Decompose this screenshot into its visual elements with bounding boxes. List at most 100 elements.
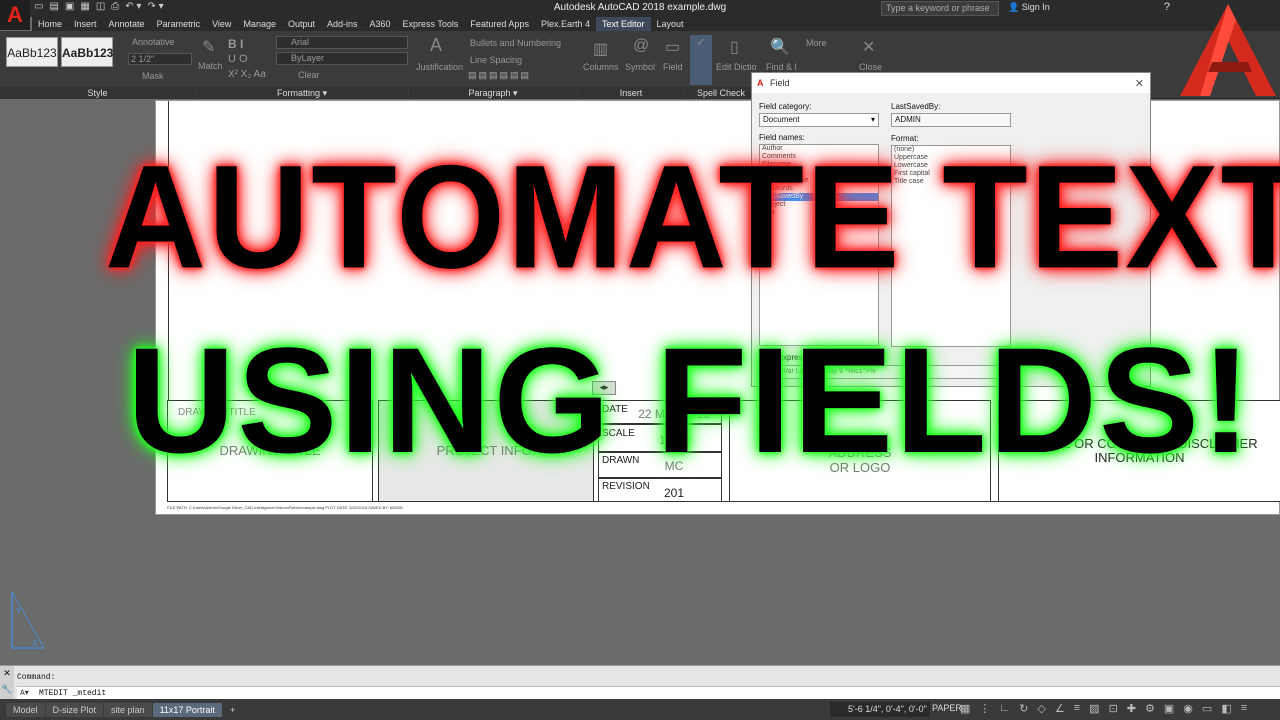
isolate-icon[interactable]: ◉ — [1183, 702, 1193, 715]
paragraph-panel-title[interactable]: Paragraph ▾ — [409, 87, 577, 99]
text-height-select[interactable]: 2 1/2" — [128, 53, 192, 65]
layout-tab-d-size-plot[interactable]: D-size Plot — [45, 702, 104, 717]
formatting-panel-title[interactable]: Formatting ▾ — [196, 87, 408, 99]
field-icon[interactable]: ▭ — [665, 37, 680, 57]
style-panel-title[interactable]: Style — [0, 87, 195, 99]
window-title: Autodesk AutoCAD 2018 example.dwg — [553, 2, 727, 13]
ribbon-tab-annotate[interactable]: Annotate — [103, 17, 151, 31]
file-path-text: FILE PATH: C:\Users\Admin\Google Drive\_… — [167, 505, 403, 510]
autocad-logo-icon — [1180, 4, 1276, 96]
insert-panel-title[interactable]: Insert — [578, 87, 684, 99]
mask-button[interactable]: Mask — [142, 71, 164, 81]
status-bar: Model D-size Plot site plan 11x17 Portrait … — [0, 699, 1280, 720]
style-swatch-1[interactable]: AaBb123 — [6, 37, 58, 67]
field-label: Field — [663, 62, 683, 72]
command-input-text: MTEDIT _mtedit — [39, 689, 107, 698]
ribbon-tab-a360[interactable]: A360 — [364, 17, 397, 31]
sign-in-link[interactable]: 👤 Sign In — [1008, 2, 1050, 13]
close-icon[interactable]: ✕ — [1135, 77, 1144, 90]
application-menu-button[interactable]: A — [0, 0, 30, 30]
grid-icon[interactable]: ▦ — [960, 702, 970, 715]
layout-tab-site-plan[interactable]: site plan — [104, 702, 152, 717]
justification-label: Justification — [416, 62, 464, 72]
superscript-icon[interactable]: X² X₂ Aa — [228, 69, 266, 80]
command-input[interactable]: A▾ MTEDIT _mtedit — [17, 686, 1280, 700]
clear-button[interactable]: Clear — [298, 70, 320, 80]
ribbon-tab-express-tools[interactable]: Express Tools — [397, 17, 465, 31]
lineweight-icon[interactable]: ≡ — [1074, 702, 1080, 715]
field-dialog-title-text: Field — [770, 78, 790, 88]
units-icon[interactable]: ▣ — [1164, 702, 1174, 715]
ribbon-tab-parametric[interactable]: Parametric — [151, 17, 207, 31]
annotative-button[interactable]: Annotative — [132, 37, 175, 47]
workspace-icon[interactable]: ⚙ — [1145, 702, 1155, 715]
ortho-icon[interactable]: ∟ — [999, 702, 1010, 715]
paragraph-title-text: Paragraph — [468, 88, 511, 98]
formatting-title-text: Formatting — [276, 88, 320, 98]
layout-tab-11x17-portrait[interactable]: 11x17 Portrait — [152, 702, 222, 717]
layout-tabs: Model D-size Plot site plan 11x17 Portrait — [6, 702, 223, 717]
style-swatch-2[interactable]: AaBb123 — [61, 37, 113, 67]
more-button[interactable]: More — [806, 38, 827, 48]
bold-icon[interactable]: B I — [228, 37, 243, 51]
symbol-label: Symbol — [625, 62, 656, 72]
transparency-icon[interactable]: ▧ — [1089, 702, 1099, 715]
headline-line-1: AUTOMATE TEXT — [105, 134, 1280, 299]
search-input[interactable]: Type a keyword or phrase — [881, 1, 999, 16]
font-select[interactable]: Arial — [276, 36, 408, 49]
clean-screen-icon[interactable]: ◧ — [1221, 702, 1231, 715]
find-icon[interactable]: 🔍 — [770, 37, 790, 57]
ribbon-tab-plex-earth-4[interactable]: Plex.Earth 4 — [535, 17, 596, 31]
underline-icon[interactable]: U O — [228, 53, 248, 65]
ribbon-tab-layout[interactable]: Layout — [651, 17, 690, 31]
title-bar: ▭ ▤ ▣ ▦ ◫ ⎙ ↶ ▾ ↷ ▾ Autodesk AutoCAD 201… — [0, 0, 1280, 17]
svg-text:Y: Y — [15, 607, 22, 617]
alignment-buttons[interactable]: ▤▤▤▤▤▤ — [468, 70, 531, 81]
justification-icon[interactable]: A — [430, 35, 442, 56]
selection-cycling-icon[interactable]: ⊡ — [1109, 702, 1118, 715]
help-icon[interactable]: ? — [1164, 1, 1170, 13]
paper-space-toggle[interactable]: PAPER — [932, 703, 962, 713]
status-icons: ▦ ⋮ ∟ ↻ ◇ ∠ ≡ ▧ ⊡ ✚ ⚙ ▣ ◉ ▭ ◧ ≡ — [960, 702, 1247, 715]
layout-tab-model[interactable]: Model — [6, 702, 45, 717]
match-label: Match — [198, 61, 223, 71]
ribbon-tab-manage[interactable]: Manage — [237, 17, 282, 31]
spell-panel-title[interactable]: Spell Check — [685, 87, 757, 99]
match-icon[interactable]: ✎ — [202, 37, 215, 57]
close-command-icon[interactable]: ✕ — [0, 666, 14, 682]
ribbon-tab-home[interactable]: Home — [32, 17, 68, 31]
color-select[interactable]: ByLayer — [276, 52, 408, 65]
polar-icon[interactable]: ↻ — [1019, 702, 1028, 715]
sign-in-label: Sign In — [1021, 2, 1050, 12]
headline-line-2: USING FIELDS! — [127, 316, 1254, 484]
edit-dictionaries-icon[interactable]: ▯ — [730, 37, 739, 57]
lastsavedby-field[interactable]: ADMIN — [891, 113, 1011, 127]
osnap-icon[interactable]: ◇ — [1037, 702, 1045, 715]
ribbon-tab-output[interactable]: Output — [282, 17, 321, 31]
symbol-icon[interactable]: @ — [633, 37, 649, 55]
ribbon-tab-view[interactable]: View — [206, 17, 237, 31]
wrench-icon[interactable]: 🔧 — [0, 682, 14, 698]
ribbon-tab-text-editor[interactable]: Text Editor — [595, 17, 651, 31]
add-layout-icon[interactable]: + — [222, 702, 243, 717]
ribbon-tab-featured-apps[interactable]: Featured Apps — [464, 17, 535, 31]
command-history: Command: — [17, 673, 56, 682]
columns-icon[interactable]: ▥ — [593, 39, 608, 59]
customization-icon[interactable]: ≡ — [1241, 702, 1247, 715]
hardware-acceleration-icon[interactable]: ▭ — [1202, 702, 1212, 715]
spell-check-icon[interactable]: ✓ — [690, 35, 712, 85]
chevron-down-icon: ▾ — [870, 115, 875, 124]
close-editor-label: Close — [859, 62, 883, 72]
annotation-scale-icon[interactable]: ✚ — [1127, 702, 1136, 715]
revision-value: 201 — [663, 486, 685, 500]
snap-icon[interactable]: ⋮ — [979, 702, 990, 715]
bullets-button[interactable]: Bullets and Numbering — [470, 38, 561, 48]
otrack-icon[interactable]: ∠ — [1055, 702, 1065, 715]
field-category-select[interactable]: Document ▾ — [759, 113, 879, 127]
close-editor-icon[interactable]: ✕ — [862, 37, 875, 57]
coordinates-readout[interactable]: 5'-6 1/4", 0'-4", 0'-0" — [830, 702, 930, 717]
line-spacing-button[interactable]: Line Spacing — [470, 55, 522, 65]
ribbon-tab-insert[interactable]: Insert — [68, 17, 103, 31]
ribbon-tab-add-ins[interactable]: Add-ins — [321, 17, 364, 31]
find-replace-label: Find & Replace — [766, 62, 796, 72]
